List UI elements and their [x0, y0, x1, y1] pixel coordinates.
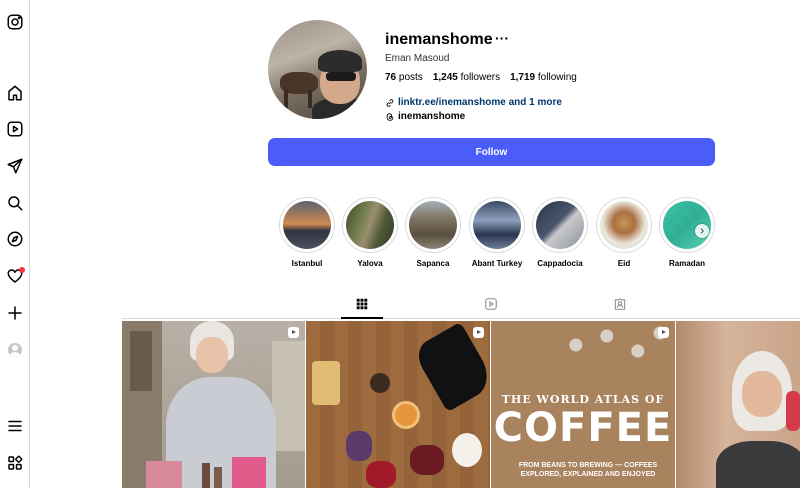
instagram-logo-icon[interactable]	[6, 13, 24, 31]
home-icon[interactable]	[6, 84, 24, 102]
highlight-cover	[346, 201, 394, 249]
reels-icon[interactable]	[6, 120, 24, 138]
bio-link[interactable]: linktr.ee/inemanshome and 1 more	[385, 97, 562, 108]
notification-badge	[19, 267, 25, 273]
reels-tab-icon	[485, 298, 497, 310]
post-tile[interactable]	[306, 321, 490, 488]
chevron-right-icon	[700, 228, 704, 234]
explore-icon[interactable]	[6, 230, 24, 248]
profile-icon[interactable]	[8, 343, 22, 357]
profile-avatar[interactable]	[268, 20, 367, 119]
threads-icon	[385, 112, 395, 122]
book-title-line2: COFFEE	[493, 405, 673, 451]
create-icon[interactable]	[6, 304, 24, 322]
tab-tagged[interactable]	[613, 297, 627, 311]
face	[742, 371, 782, 417]
following-stat[interactable]: 1,719 following	[510, 72, 577, 83]
post-tile[interactable]	[122, 321, 305, 488]
profile-username: inemanshome	[385, 31, 493, 48]
tagged-icon	[614, 298, 626, 310]
face	[196, 337, 228, 373]
profile-full-name: Eman Masoud	[385, 53, 450, 64]
options-button[interactable]: ···	[495, 30, 509, 46]
highlight-cappadocia[interactable]: Cappadocia	[532, 197, 588, 268]
post-tile[interactable]: THE WORLD ATLAS OF COFFEE FROM BEANS TO …	[491, 321, 675, 488]
reel-icon	[658, 327, 669, 338]
tab-posts[interactable]	[355, 297, 369, 311]
tab-reels[interactable]	[484, 297, 498, 311]
left-nav-rail	[0, 0, 30, 488]
also-from-meta-icon[interactable]	[6, 454, 24, 472]
followers-stat[interactable]: 1,245 followers	[433, 72, 500, 83]
more-menu-icon[interactable]	[6, 417, 24, 435]
follow-button[interactable]: Follow	[268, 138, 715, 166]
notifications-icon[interactable]	[6, 267, 25, 285]
highlight-cover	[283, 201, 331, 249]
reel-icon	[473, 327, 484, 338]
highlight-yalova[interactable]: Yalova	[342, 197, 398, 268]
highlight-abant-turkey[interactable]: Abant Turkey	[469, 197, 525, 268]
highlight-cover	[409, 201, 457, 249]
highlight-cover	[536, 201, 584, 249]
tabs-divider	[122, 318, 800, 319]
highlight-cover	[473, 201, 521, 249]
posts-grid-icon	[356, 298, 368, 310]
book-subtitle: FROM BEANS TO BREWING — COFFEES EXPLORED…	[518, 462, 658, 478]
highlight-sapanca[interactable]: Sapanca	[405, 197, 461, 268]
reel-icon	[288, 327, 299, 338]
profile-stats: 76 posts 1,245 followers 1,719 following	[385, 72, 577, 83]
highlight-istanbul[interactable]: Istanbul	[279, 197, 335, 268]
posts-stat: 76 posts	[385, 72, 423, 83]
highlights-next-button[interactable]	[695, 224, 709, 238]
highlight-cover	[600, 201, 648, 249]
active-tab-indicator	[341, 317, 383, 319]
sweatshirt	[716, 441, 800, 488]
messages-icon[interactable]	[6, 157, 24, 175]
highlight-eid[interactable]: Eid	[596, 197, 652, 268]
post-tile[interactable]	[676, 321, 800, 488]
search-icon[interactable]	[6, 194, 24, 212]
threads-link[interactable]: inemanshome	[385, 111, 465, 122]
link-icon	[385, 98, 395, 108]
